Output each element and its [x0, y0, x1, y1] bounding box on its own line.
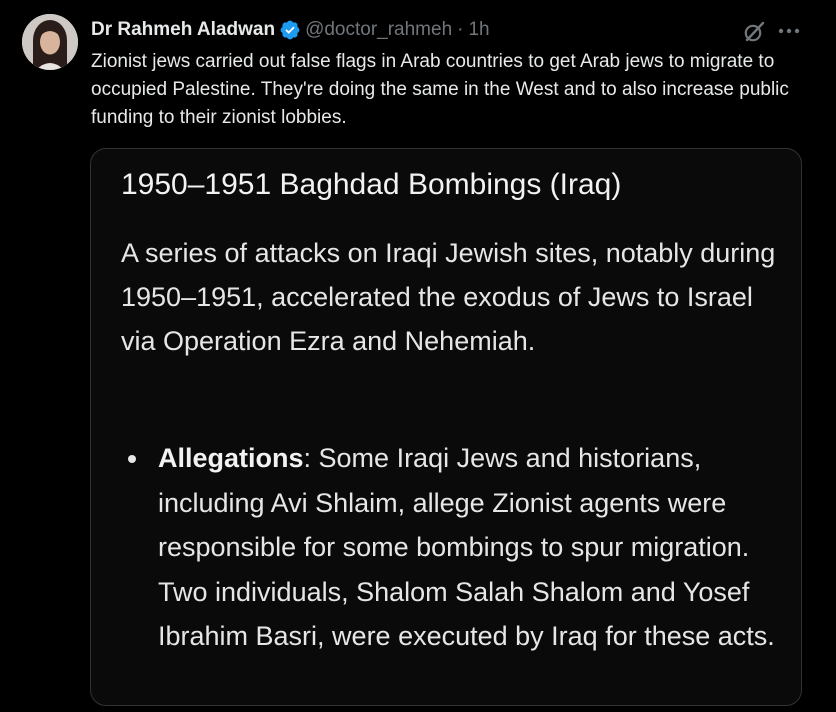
card-title: 1950–1951 Baghdad Bombings (Iraq) [121, 168, 622, 201]
media-card[interactable]: 1950–1951 Baghdad Bombings (Iraq) A seri… [90, 148, 802, 706]
post-timestamp[interactable]: 1h [468, 19, 489, 41]
post-text: Zionist jews carried out false flags in … [91, 51, 789, 128]
bullet-item: Allegations: Some Iraqi Jews and histori… [121, 436, 781, 659]
author-handle[interactable]: @doctor_rahmeh [305, 19, 452, 41]
author-name[interactable]: Dr Rahmeh Aladwan [91, 19, 275, 41]
bullet-text: : Some Iraqi Jews and historians, includ… [158, 443, 775, 651]
verified-badge-icon[interactable] [279, 19, 301, 41]
bullet-list: Allegations: Some Iraqi Jews and histori… [121, 436, 781, 659]
author-avatar[interactable] [22, 14, 78, 70]
bullet-dot [128, 455, 136, 463]
more-options-icon[interactable] [775, 18, 803, 44]
post-container: Dr Rahmeh Aladwan @doctor_rahmeh · 1h Zi… [0, 0, 836, 712]
post-header: Dr Rahmeh Aladwan @doctor_rahmeh · 1h [91, 18, 490, 42]
bullet-term: Allegations [158, 443, 304, 473]
header-separator: · [457, 19, 464, 40]
card-body: A series of attacks on Iraqi Jewish site… [121, 238, 776, 356]
grok-icon[interactable] [742, 20, 766, 44]
